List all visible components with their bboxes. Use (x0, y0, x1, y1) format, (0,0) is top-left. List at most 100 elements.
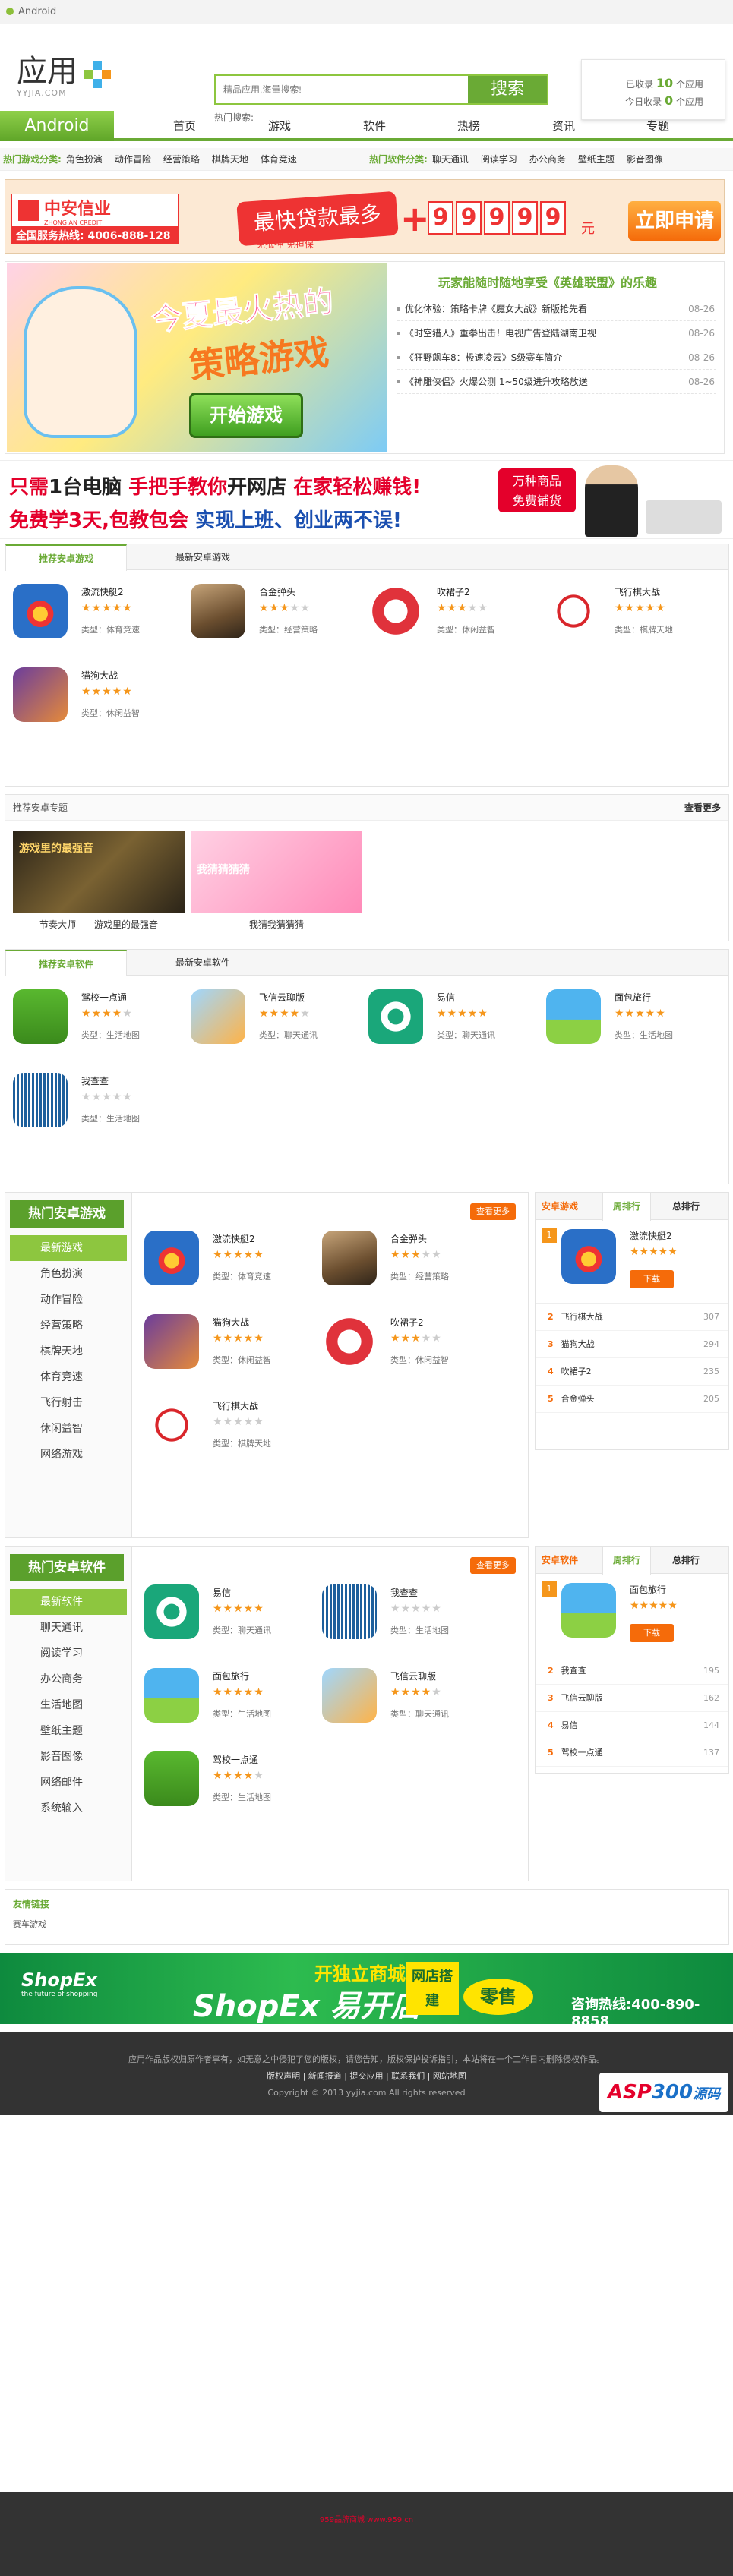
app-card[interactable]: 猫狗大战 ★★★★★ 类型：休闲益智 (8, 663, 183, 731)
sidebar-item[interactable]: 办公商务 (5, 1666, 131, 1692)
search-button[interactable]: 搜索 (468, 76, 547, 103)
app-card[interactable]: 吹裙子2 ★★★★★ 类型：休闲益智 (364, 579, 539, 648)
sidebar-item[interactable]: 休闲益智 (5, 1416, 131, 1442)
app-card[interactable]: 面包旅行 ★★★★★ 类型：生活地图 (542, 985, 716, 1053)
more-link[interactable]: 查看更多 (684, 795, 721, 821)
rank-item[interactable]: 2 飞行棋大战 307 (536, 1304, 728, 1331)
sidebar-item[interactable]: 角色扮演 (5, 1261, 131, 1287)
app-name[interactable]: 面包旅行 (630, 1583, 666, 1596)
app-name[interactable]: 合金弹头 (259, 585, 295, 598)
app-card[interactable]: 易信 ★★★★★ 类型：聊天通讯 (364, 985, 539, 1053)
app-card[interactable]: 我查查 ★★★★★ 类型：生活地图 (8, 1068, 183, 1137)
category-link[interactable]: 角色扮演 (66, 154, 103, 165)
featured-title[interactable]: 玩家能随时随地享受《英雄联盟》的乐趣 (438, 273, 657, 291)
app-name[interactable]: 飞行棋大战 (213, 1399, 258, 1412)
catdog-icon[interactable] (13, 667, 68, 722)
sidebar-item[interactable]: 系统输入 (5, 1796, 131, 1821)
app-name[interactable]: 面包旅行 (615, 991, 651, 1004)
app-name[interactable]: 驾校一点通 (81, 991, 127, 1004)
sidebar-item[interactable]: 经营策略 (5, 1313, 131, 1338)
app-name[interactable]: 激流快艇2 (81, 585, 124, 598)
nav-item-software[interactable]: 软件 (344, 111, 405, 141)
nav-item-games[interactable]: 游戏 (249, 111, 310, 141)
app-name[interactable]: 我查查 (81, 1074, 109, 1087)
featured-image[interactable]: 今夏最火热的 策略游戏 开始游戏 (7, 263, 387, 452)
category-link[interactable]: 动作冒险 (115, 154, 151, 165)
tab-latest-soft[interactable]: 最新安卓软件 (142, 950, 264, 976)
driving-icon[interactable] (13, 989, 68, 1044)
yixin-icon[interactable] (368, 989, 423, 1044)
sidebar-item[interactable]: 壁纸主题 (5, 1718, 131, 1744)
app-name[interactable]: 飞信云聊版 (259, 991, 305, 1004)
download-button[interactable]: 下载 (630, 1270, 674, 1288)
topic-card[interactable]: 我猜猜猜猜 我猜我猜猜猜 (191, 831, 362, 931)
soldier-icon[interactable] (322, 1231, 377, 1285)
shop-banner[interactable]: 只需1台电脑 手把手教你开网店 在家轻松赚钱! 免费学3天,包教包会 实现上班、… (0, 460, 733, 2576)
app-card[interactable]: 我查查 ★★★★★ 类型：生活地图 (318, 1580, 492, 1648)
app-name[interactable]: 易信 (213, 1586, 231, 1599)
category-link[interactable]: 影音图像 (627, 154, 663, 165)
fetion-icon[interactable] (191, 989, 245, 1044)
search-input[interactable] (216, 76, 466, 103)
news-item[interactable]: 《狂野飙车8：极速凌云》S级赛车简介 08-26 (397, 345, 716, 370)
app-name[interactable]: 飞行棋大战 (615, 585, 660, 598)
app-name[interactable]: 激流快艇2 (213, 1232, 255, 1245)
loan-banner[interactable]: 中安信业 ZHONG AN CREDIT 全国服务热线: 4006-888-128… (5, 179, 725, 254)
start-game-button[interactable]: 开始游戏 (189, 393, 303, 438)
app-name[interactable]: 合金弹头 (390, 1232, 427, 1245)
download-button[interactable]: 下载 (630, 1624, 674, 1642)
category-link[interactable]: 体育竞速 (261, 154, 297, 165)
travel-icon[interactable] (144, 1668, 199, 1723)
shopex-banner[interactable]: ShopEx the future of shopping 开独立商城 ShopE… (0, 1953, 733, 2024)
rank-tab-weekly[interactable]: 周排行 (602, 1193, 651, 1221)
app-card[interactable]: 飞行棋大战 ★★★★★ 类型：棋牌天地 (542, 579, 716, 648)
app-card[interactable]: 激流快艇2 ★★★★★ 类型：体育竞速 (140, 1226, 314, 1294)
rank-item[interactable]: 3 猫狗大战 294 (536, 1331, 728, 1358)
yixin-icon[interactable] (144, 1584, 199, 1639)
catdog-icon[interactable] (144, 1314, 199, 1369)
app-name[interactable]: 飞信云聊版 (390, 1670, 436, 1682)
barcode-icon[interactable] (322, 1584, 377, 1639)
rank-item[interactable]: 5 合金弹头 205 (536, 1386, 728, 1413)
app-name[interactable]: 驾校一点通 (213, 1753, 258, 1766)
rank-tab-weekly[interactable]: 周排行 (602, 1547, 651, 1575)
rank-item[interactable]: 2 我查查 195 (536, 1657, 728, 1685)
app-card[interactable]: 合金弹头 ★★★★★ 类型：经营策略 (186, 579, 361, 648)
rank-tab-total[interactable]: 总排行 (662, 1193, 710, 1220)
app-name[interactable]: 我查查 (390, 1586, 418, 1599)
plane-icon[interactable] (546, 584, 601, 638)
more-button[interactable]: 查看更多 (470, 1557, 516, 1574)
news-item[interactable]: 《时空猎人》重拳出击！电视广告登陆湖南卫视 08-26 (397, 321, 716, 345)
nav-item-home[interactable]: 首页 (154, 111, 215, 141)
rank-tab-category[interactable]: 安卓软件 (536, 1547, 584, 1574)
sidebar-item[interactable]: 动作冒险 (5, 1287, 131, 1313)
sidebar-item[interactable]: 生活地图 (5, 1692, 131, 1718)
topic-card[interactable]: 游戏里的最强音 节奏大师——游戏里的最强音 (13, 831, 185, 931)
category-link[interactable]: 经营策略 (163, 154, 200, 165)
app-card[interactable]: 飞行棋大战 ★★★★★ 类型：棋牌天地 (140, 1393, 314, 1461)
plane-icon[interactable] (144, 1398, 199, 1452)
boat-icon[interactable] (561, 1229, 616, 1284)
driving-icon[interactable] (144, 1751, 199, 1806)
sidebar-item[interactable]: 影音图像 (5, 1744, 131, 1770)
boat-icon[interactable] (13, 584, 68, 638)
app-card[interactable]: 驾校一点通 ★★★★★ 类型：生活地图 (8, 985, 183, 1053)
more-button[interactable]: 查看更多 (470, 1203, 516, 1220)
rank-item[interactable]: 3 飞信云聊版 162 (536, 1685, 728, 1712)
travel-icon[interactable] (546, 989, 601, 1044)
sidebar-item[interactable]: 网络游戏 (5, 1442, 131, 1468)
app-card[interactable]: 易信 ★★★★★ 类型：聊天通讯 (140, 1580, 314, 1648)
sidebar-item[interactable]: 体育竞速 (5, 1364, 131, 1390)
app-card[interactable]: 猫狗大战 ★★★★★ 类型：休闲益智 (140, 1310, 314, 1378)
category-link[interactable]: 聊天通讯 (432, 154, 469, 165)
sidebar-item[interactable]: 最新游戏 (10, 1235, 127, 1261)
rank-item[interactable]: 5 驾校一点通 137 (536, 1739, 728, 1767)
app-card[interactable]: 合金弹头 ★★★★★ 类型：经营策略 (318, 1226, 492, 1294)
app-card[interactable]: 面包旅行 ★★★★★ 类型：生活地图 (140, 1663, 314, 1732)
rank-item[interactable]: 4 吹裙子2 235 (536, 1358, 728, 1386)
category-link[interactable]: 办公商务 (529, 154, 566, 165)
app-name[interactable]: 猫狗大战 (213, 1316, 249, 1329)
nav-item-topics[interactable]: 专题 (627, 111, 688, 141)
app-card[interactable]: 飞信云聊版 ★★★★★ 类型：聊天通讯 (318, 1663, 492, 1732)
rank-tab-category[interactable]: 安卓游戏 (536, 1193, 584, 1220)
